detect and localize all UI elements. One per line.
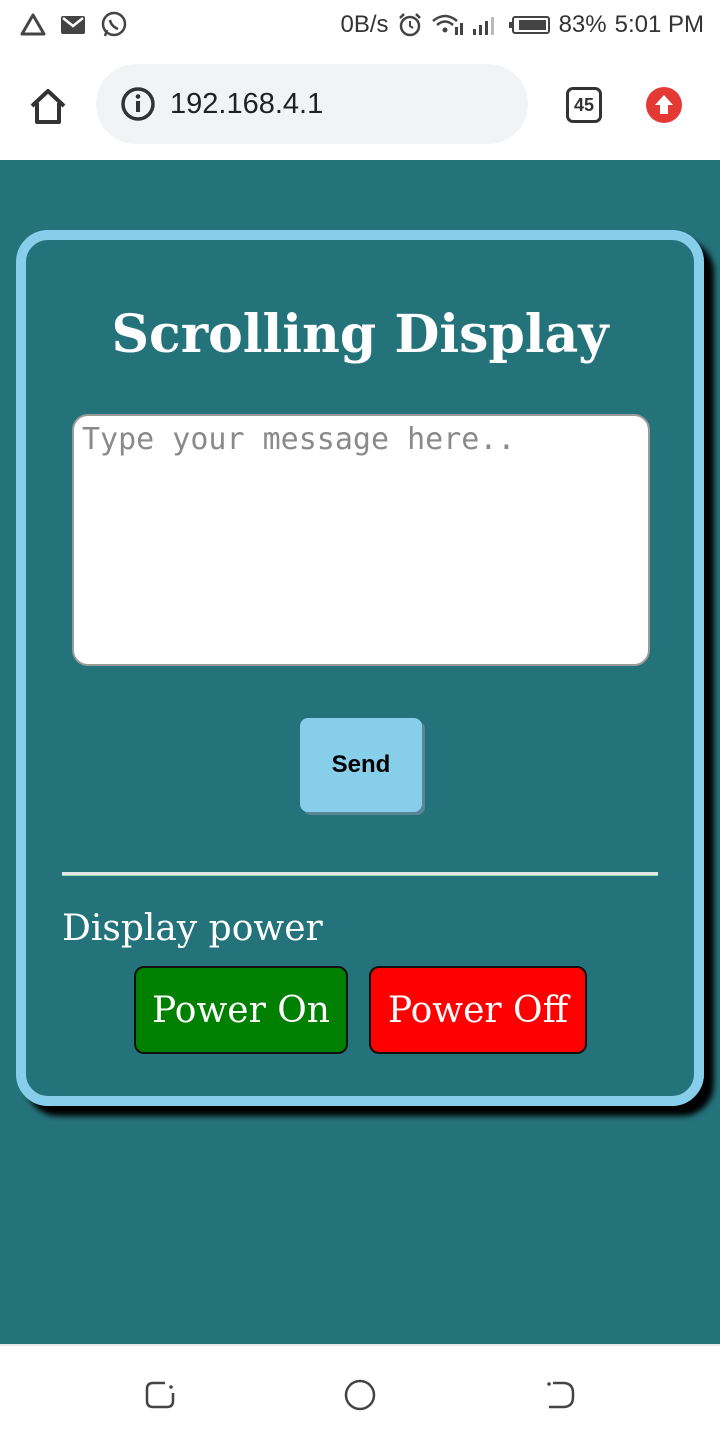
- status-bar: 0B/s 83% 5:01 PM: [0, 0, 720, 50]
- power-off-button[interactable]: Power Off: [369, 966, 587, 1054]
- message-input[interactable]: [72, 414, 650, 666]
- url-text: 192.168.4.1: [170, 87, 324, 120]
- whatsapp-icon: [100, 11, 128, 39]
- control-card: Scrolling Display Send Display power Pow…: [16, 230, 704, 1106]
- page-content: Scrolling Display Send Display power Pow…: [0, 160, 720, 1344]
- tab-switcher-button[interactable]: 45: [566, 87, 602, 123]
- back-icon[interactable]: [543, 1378, 577, 1412]
- divider: [62, 872, 658, 876]
- battery-percent: 83%: [558, 11, 607, 38]
- browser-toolbar: 192.168.4.1 45: [0, 50, 720, 160]
- display-power-label: Display power: [62, 908, 323, 949]
- send-button[interactable]: Send: [300, 718, 422, 812]
- recents-icon[interactable]: [143, 1378, 177, 1412]
- system-indicators: 0B/s 83% 5:01 PM: [341, 10, 704, 40]
- page-title: Scrolling Display: [111, 304, 609, 365]
- battery-icon: [508, 15, 551, 35]
- clock: 5:01 PM: [614, 11, 704, 38]
- navigation-bar: [0, 1344, 720, 1442]
- tab-count: 45: [573, 94, 595, 115]
- home-icon[interactable]: [26, 84, 70, 128]
- update-icon[interactable]: [646, 87, 682, 123]
- notification-icons: [20, 10, 128, 40]
- alarm-icon: [397, 12, 423, 38]
- warning-triangle-icon: [20, 13, 46, 37]
- gmail-icon: [60, 15, 86, 35]
- info-icon[interactable]: [120, 86, 156, 122]
- signal-icon: [471, 13, 501, 37]
- network-speed: 0B/s: [340, 11, 389, 38]
- power-on-button[interactable]: Power On: [134, 966, 348, 1054]
- wifi-icon: [431, 13, 463, 37]
- address-bar[interactable]: 192.168.4.1: [96, 64, 528, 144]
- home-circle-icon[interactable]: [343, 1378, 377, 1412]
